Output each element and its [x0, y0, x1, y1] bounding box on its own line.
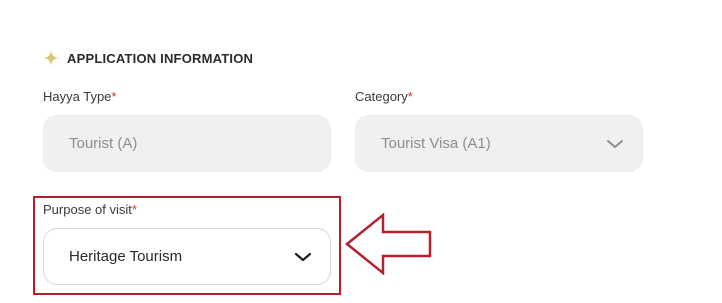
- sparkle-icon: [43, 50, 59, 66]
- category-label: Category*: [355, 89, 413, 104]
- section-header: APPLICATION INFORMATION: [43, 48, 253, 68]
- left-arrow-icon: [345, 213, 432, 275]
- purpose-of-visit-value: Heritage Tourism: [69, 248, 183, 265]
- purpose-of-visit-label-text: Purpose of visit: [43, 202, 132, 217]
- section-title: APPLICATION INFORMATION: [67, 50, 254, 66]
- hayya-type-label-text: Hayya Type: [43, 89, 112, 104]
- purpose-of-visit-select[interactable]: Heritage Tourism: [43, 228, 331, 285]
- application-information-section: APPLICATION INFORMATION Hayya Type* Tour…: [0, 0, 722, 303]
- category-label-text: Category: [355, 89, 408, 104]
- required-asterisk: *: [407, 89, 413, 104]
- category-value: Tourist Visa (A1): [381, 135, 491, 152]
- purpose-of-visit-label: Purpose of visit*: [43, 202, 137, 217]
- chevron-down-icon: [607, 139, 623, 148]
- chevron-down-icon: [294, 252, 312, 261]
- hayya-type-field[interactable]: Tourist (A): [43, 115, 331, 172]
- required-asterisk: *: [131, 202, 137, 217]
- hayya-type-label: Hayya Type*: [43, 89, 116, 104]
- hayya-type-value: Tourist (A): [69, 135, 138, 152]
- category-select[interactable]: Tourist Visa (A1): [355, 115, 643, 172]
- required-asterisk: *: [111, 89, 117, 104]
